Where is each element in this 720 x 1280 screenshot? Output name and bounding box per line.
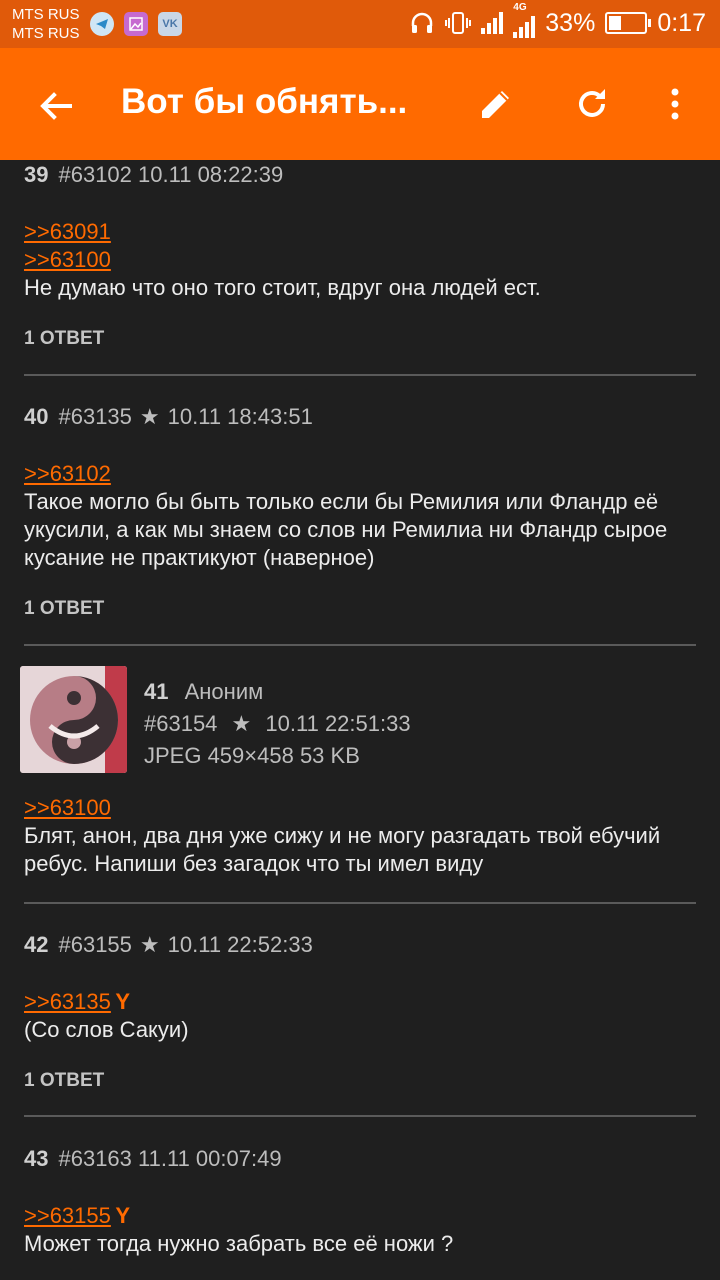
- divider: [24, 374, 696, 376]
- you-marker: Y: [115, 989, 131, 1014]
- post-refs: >>63091 >>63100: [24, 218, 696, 274]
- status-bar: MTS RUS MTS RUS VK 4G 33% 0:17: [0, 0, 720, 48]
- reply-link[interactable]: >>63135: [24, 989, 111, 1014]
- post-id[interactable]: #63135: [58, 404, 131, 430]
- post-number: 43: [24, 1146, 49, 1171]
- post-43: 43 #63163 11.11 00:07:49 >>63155 Y Может…: [24, 1146, 696, 1258]
- post-39: 39 #63102 10.11 08:22:39 >>63091 >>63100…: [24, 162, 696, 350]
- post-date: 10.11 08:22:39: [138, 162, 284, 187]
- battery-percent: 33%: [545, 8, 596, 37]
- status-right: 4G 33% 0:17: [409, 2, 706, 38]
- refresh-button[interactable]: [572, 84, 612, 124]
- post-id[interactable]: #63154: [144, 711, 217, 736]
- post-41-meta: 41 Аноним #63154 ★ 10.11 22:51:33 JPEG 4…: [144, 676, 411, 772]
- post-refs: >>63102: [24, 460, 696, 488]
- post-header: 42 #63155 ★ 10.11 22:52:33: [24, 932, 696, 958]
- signal-4g: 4G: [513, 2, 536, 38]
- file-info: JPEG 459×458 53 KB: [144, 743, 360, 768]
- post-thumbnail[interactable]: [20, 666, 127, 773]
- vk-icon: VK: [158, 12, 182, 36]
- post-refs: >>63135 Y: [24, 988, 696, 1016]
- divider: [24, 902, 696, 904]
- reply-link[interactable]: >>63100: [24, 246, 696, 274]
- thread-title: Вот бы обнять...: [121, 82, 408, 121]
- post-id[interactable]: #63102: [58, 162, 131, 188]
- vibrate-icon: [445, 12, 472, 34]
- clock: 0:17: [657, 8, 706, 37]
- signal-icon-2: [513, 16, 536, 38]
- post-author: Аноним: [184, 679, 264, 704]
- post-date: 10.11 22:52:33: [167, 932, 313, 957]
- post-40: 40 #63135 ★ 10.11 18:43:51 >>63102 Такое…: [24, 404, 696, 620]
- post-text: Не думаю что оно того стоит, вдруг она л…: [24, 275, 541, 300]
- replies-count[interactable]: 1 ОТВЕТ: [24, 328, 696, 350]
- post-header: 40 #63135 ★ 10.11 18:43:51: [24, 404, 696, 430]
- post-date: 11.11 00:07:49: [138, 1146, 282, 1171]
- star-icon: ★: [139, 404, 160, 429]
- post-text: Такое могло бы быть только если бы Ремил…: [24, 489, 668, 570]
- app-bar: Вот бы обнять...: [0, 48, 720, 160]
- post-header: 43 #63163 11.11 00:07:49: [24, 1146, 696, 1172]
- more-vert-icon: [671, 88, 679, 120]
- back-arrow-icon: [40, 92, 72, 120]
- reply-button[interactable]: [476, 84, 516, 124]
- replies-count[interactable]: 1 ОТВЕТ: [24, 1070, 696, 1092]
- star-icon: ★: [231, 711, 252, 736]
- thumbnail-image: [20, 666, 127, 773]
- gallery-icon: [124, 12, 148, 36]
- post-number: 39: [24, 162, 49, 187]
- notification-icons: VK: [90, 12, 182, 36]
- battery-fill: [609, 16, 621, 30]
- battery-icon: [605, 12, 652, 34]
- more-button[interactable]: [660, 84, 690, 124]
- post-number: 41: [144, 679, 169, 704]
- divider: [24, 1115, 696, 1117]
- telegram-icon: [90, 12, 114, 36]
- back-button[interactable]: [36, 86, 76, 126]
- reply-link[interactable]: >>63102: [24, 460, 696, 488]
- carrier-1: MTS RUS: [12, 6, 80, 23]
- post-refs: >>63155 Y: [24, 1202, 696, 1230]
- you-marker: Y: [115, 1203, 131, 1228]
- carrier-2: MTS RUS: [12, 25, 80, 42]
- star-icon: ★: [139, 932, 160, 957]
- divider: [24, 644, 696, 646]
- carriers: MTS RUS MTS RUS: [12, 5, 80, 43]
- post-id[interactable]: #63163: [58, 1146, 131, 1172]
- post-text: Блят, анон, два дня уже сижу и не могу р…: [24, 823, 661, 876]
- reply-link[interactable]: >>63100: [24, 794, 696, 822]
- post-header: 39 #63102 10.11 08:22:39: [24, 162, 696, 188]
- post-41: >>63100 Блят, анон, два дня уже сижу и н…: [24, 794, 696, 878]
- post-number: 42: [24, 932, 49, 957]
- signal-icon: [481, 12, 504, 34]
- post-id[interactable]: #63155: [58, 932, 131, 958]
- reply-link[interactable]: >>63155: [24, 1203, 111, 1228]
- post-text: (Со слов Сакуи): [24, 1017, 189, 1042]
- edit-icon: [482, 91, 509, 118]
- headphones-icon: [412, 12, 433, 33]
- refresh-icon: [579, 89, 605, 117]
- post-date: 10.11 22:51:33: [265, 711, 411, 736]
- network-type: 4G: [513, 2, 527, 13]
- post-42: 42 #63155 ★ 10.11 22:52:33 >>63135 Y (Со…: [24, 932, 696, 1092]
- replies-count[interactable]: 1 ОТВЕТ: [24, 598, 696, 620]
- post-text: Может тогда нужно забрать все её ножи ?: [24, 1231, 454, 1256]
- post-number: 40: [24, 404, 49, 429]
- post-date: 10.11 18:43:51: [167, 404, 313, 429]
- reply-link[interactable]: >>63091: [24, 218, 696, 246]
